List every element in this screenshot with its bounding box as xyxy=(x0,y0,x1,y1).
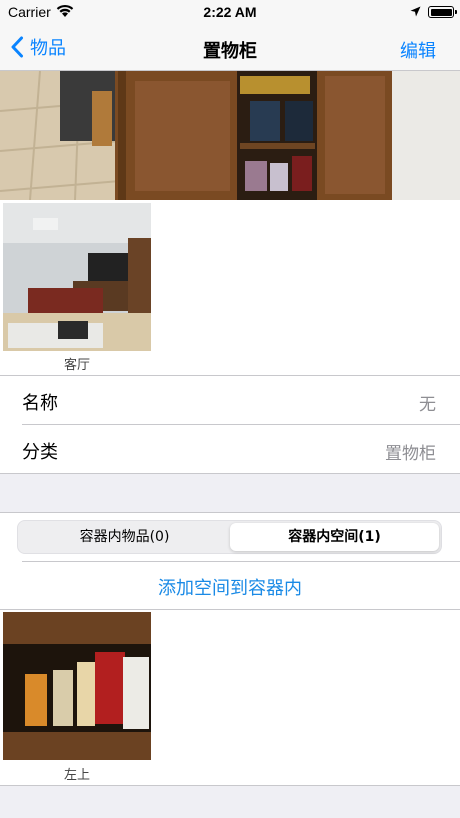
divider xyxy=(0,609,460,610)
name-label: 名称 xyxy=(22,393,58,414)
name-value: 无 xyxy=(419,395,436,415)
location-photo[interactable] xyxy=(3,203,151,351)
cabinet-photo xyxy=(0,71,460,200)
shelf-photo xyxy=(3,612,151,760)
edit-button[interactable]: 编辑 xyxy=(400,37,436,63)
clock: 2:22 AM xyxy=(203,4,257,20)
navigation-bar: 物品 置物柜 编辑 xyxy=(0,24,460,71)
page-title: 置物柜 xyxy=(203,41,257,62)
category-row[interactable]: 分类 置物柜 xyxy=(0,425,460,473)
screen: Carrier 2:22 AM 物品 置物柜 编辑 客厅 名称 无 分类 置物柜… xyxy=(0,0,460,818)
add-space-button[interactable]: 添加空间到容器内 xyxy=(0,574,460,600)
divider xyxy=(0,512,460,513)
category-label: 分类 xyxy=(22,442,58,463)
bottom-spacer xyxy=(0,786,460,818)
divider xyxy=(22,561,460,562)
space-thumbnail[interactable] xyxy=(3,612,151,760)
category-value: 置物柜 xyxy=(385,444,436,464)
container-photo[interactable] xyxy=(0,71,460,200)
name-row[interactable]: 名称 无 xyxy=(0,376,460,424)
section-spacer xyxy=(0,474,460,512)
status-bar: Carrier 2:22 AM xyxy=(0,0,460,24)
segment-items[interactable]: 容器内物品(0) xyxy=(20,523,229,551)
battery-icon xyxy=(428,6,457,18)
contents-segmented-control: 容器内物品(0) 容器内空间(1) xyxy=(17,520,442,554)
space-caption: 左上 xyxy=(63,768,90,783)
location-caption: 客厅 xyxy=(63,358,90,373)
segment-spaces[interactable]: 容器内空间(1) xyxy=(230,523,439,551)
location-arrow-icon xyxy=(410,6,421,17)
living-room-photo xyxy=(3,203,151,351)
